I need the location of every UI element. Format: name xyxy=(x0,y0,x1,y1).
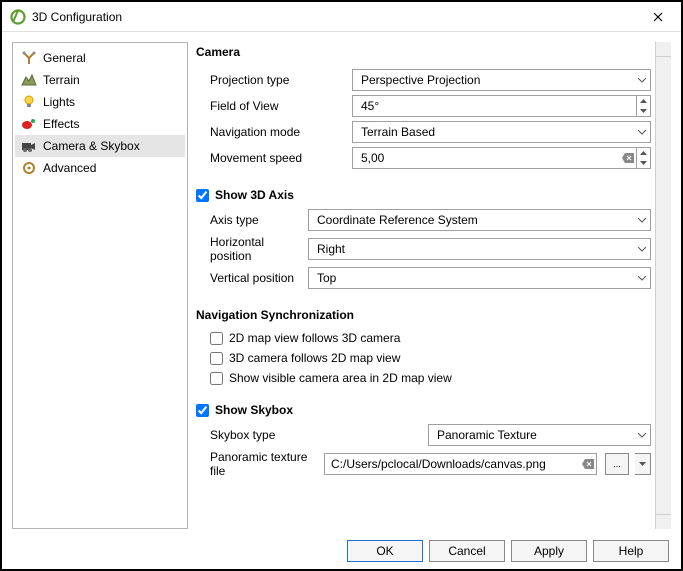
dialog-window: 3D Configuration General Terrain Lights … xyxy=(0,0,683,571)
sidebar-item-advanced[interactable]: Advanced xyxy=(15,157,185,179)
help-button[interactable]: Help xyxy=(593,540,669,562)
show-skybox-row: Show Skybox xyxy=(196,400,651,420)
horizontal-position-combo[interactable]: Right xyxy=(308,238,651,260)
skybox-group: Skybox type Panoramic Texture Panoramic … xyxy=(196,424,651,490)
follow-3d-checkbox[interactable] xyxy=(210,332,223,345)
combo-value: Terrain Based xyxy=(361,125,435,139)
show-camera-area-label: Show visible camera area in 2D map view xyxy=(229,371,452,385)
projection-type-combo[interactable]: Perspective Projection xyxy=(352,69,651,91)
sidebar-item-lights[interactable]: Lights xyxy=(15,91,185,113)
sidebar-item-label: Terrain xyxy=(43,73,80,87)
horizontal-position-label: Horizontal position xyxy=(210,235,302,263)
chevron-down-icon xyxy=(638,433,646,438)
combo-value: Coordinate Reference System xyxy=(317,213,478,227)
clear-icon[interactable] xyxy=(620,148,636,168)
combo-value: Top xyxy=(317,271,336,285)
skybox-type-label: Skybox type xyxy=(210,428,422,442)
ok-button[interactable]: OK xyxy=(347,540,423,562)
show-3d-axis-checkbox[interactable] xyxy=(196,189,209,202)
effects-icon xyxy=(21,116,37,132)
close-button[interactable] xyxy=(643,3,673,31)
sidebar-item-effects[interactable]: Effects xyxy=(15,113,185,135)
axis-group: Axis type Coordinate Reference System Ho… xyxy=(196,209,651,301)
panoramic-file-label: Panoramic texture file xyxy=(210,450,318,478)
terrain-icon xyxy=(21,72,37,88)
sidebar-item-label: Camera & Skybox xyxy=(43,139,140,153)
chevron-down-icon xyxy=(638,276,646,281)
dialog-body: General Terrain Lights Effects Camera & … xyxy=(2,32,681,533)
chevron-down-icon xyxy=(638,247,646,252)
navigation-mode-label: Navigation mode xyxy=(210,125,346,139)
sidebar-item-camera-skybox[interactable]: Camera & Skybox xyxy=(15,135,185,157)
projection-type-label: Projection type xyxy=(210,73,346,87)
spin-up-button[interactable] xyxy=(637,148,650,158)
show-3d-axis-label: Show 3D Axis xyxy=(215,188,294,202)
vertical-position-combo[interactable]: Top xyxy=(308,267,651,289)
fov-spinner[interactable]: 45° xyxy=(352,95,651,117)
sidebar-item-label: Lights xyxy=(43,95,75,109)
panoramic-file-field[interactable]: C:/Users/pclocal/Downloads/canvas.png xyxy=(324,453,597,475)
sidebar-item-terrain[interactable]: Terrain xyxy=(15,69,185,91)
vertical-scrollbar[interactable] xyxy=(655,42,671,529)
chevron-down-icon xyxy=(638,78,646,83)
window-title: 3D Configuration xyxy=(32,10,643,24)
navsync-group: 2D map view follows 3D camera 3D camera … xyxy=(196,328,651,396)
fov-label: Field of View xyxy=(210,99,346,113)
spin-up-button[interactable] xyxy=(637,96,650,106)
browse-button[interactable]: ... xyxy=(605,453,629,475)
combo-value: Right xyxy=(317,242,345,256)
spin-down-button[interactable] xyxy=(637,158,650,168)
show-3d-axis-row: Show 3D Axis xyxy=(196,185,651,205)
lightbulb-icon xyxy=(21,94,37,110)
camera-section-title: Camera xyxy=(196,42,651,65)
combo-value: Panoramic Texture xyxy=(437,428,537,442)
content-area: Camera Projection type Perspective Proje… xyxy=(196,42,655,529)
button-bar: OK Cancel Apply Help xyxy=(2,533,681,569)
spinner-value: 5,00 xyxy=(361,151,620,165)
movement-speed-spinner[interactable]: 5,00 xyxy=(352,147,651,169)
movement-speed-label: Movement speed xyxy=(210,151,346,165)
gear-icon xyxy=(21,160,37,176)
clear-icon[interactable] xyxy=(580,454,596,474)
camera-icon xyxy=(21,138,37,154)
sidebar: General Terrain Lights Effects Camera & … xyxy=(12,42,188,529)
sidebar-item-label: General xyxy=(43,51,86,65)
tools-icon xyxy=(21,50,37,66)
spinner-value: 45° xyxy=(361,99,636,113)
browse-dropdown[interactable] xyxy=(635,453,651,475)
sidebar-item-label: Advanced xyxy=(43,161,96,175)
cancel-button[interactable]: Cancel xyxy=(429,540,505,562)
camera-group: Projection type Perspective Projection F… xyxy=(196,69,651,181)
chevron-down-icon xyxy=(638,130,646,135)
spin-down-button[interactable] xyxy=(637,106,650,116)
navigation-mode-combo[interactable]: Terrain Based xyxy=(352,121,651,143)
follow-2d-checkbox[interactable] xyxy=(210,352,223,365)
titlebar: 3D Configuration xyxy=(2,2,681,32)
apply-button[interactable]: Apply xyxy=(511,540,587,562)
combo-value: Perspective Projection xyxy=(361,73,480,87)
show-camera-area-checkbox[interactable] xyxy=(210,372,223,385)
follow-2d-label: 3D camera follows 2D map view xyxy=(229,351,400,365)
show-skybox-label: Show Skybox xyxy=(215,403,293,417)
main-panel: Camera Projection type Perspective Proje… xyxy=(196,42,671,529)
app-icon xyxy=(10,9,26,25)
axis-type-combo[interactable]: Coordinate Reference System xyxy=(308,209,651,231)
navsync-section-title: Navigation Synchronization xyxy=(196,305,651,328)
chevron-down-icon xyxy=(638,218,646,223)
vertical-position-label: Vertical position xyxy=(210,271,302,285)
skybox-type-combo[interactable]: Panoramic Texture xyxy=(428,424,651,446)
sidebar-item-label: Effects xyxy=(43,117,79,131)
textfield-value: C:/Users/pclocal/Downloads/canvas.png xyxy=(331,457,580,471)
sidebar-item-general[interactable]: General xyxy=(15,47,185,69)
axis-type-label: Axis type xyxy=(210,213,302,227)
show-skybox-checkbox[interactable] xyxy=(196,404,209,417)
follow-3d-label: 2D map view follows 3D camera xyxy=(229,331,400,345)
